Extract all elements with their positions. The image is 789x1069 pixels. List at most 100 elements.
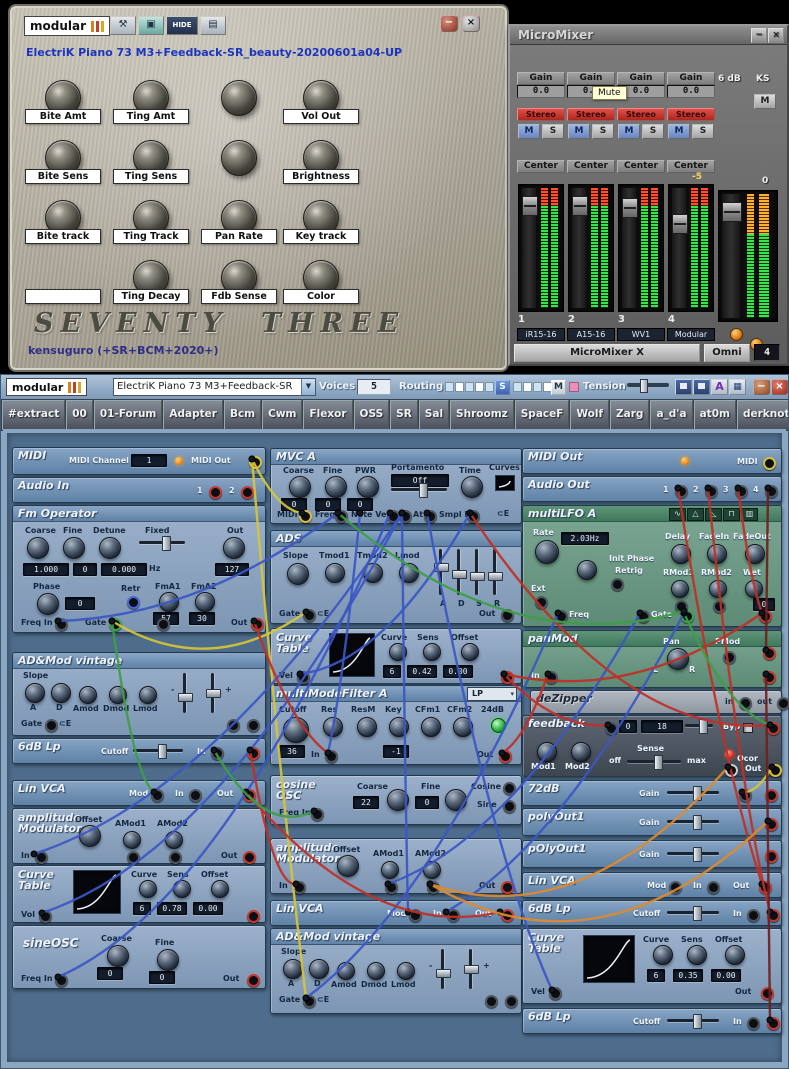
knob[interactable] [283,959,303,979]
knob[interactable] [381,861,399,879]
tension-slider[interactable] [627,383,669,387]
knob[interactable] [725,945,745,965]
tab-shroomz[interactable]: Shroomz [450,400,514,430]
jack-dark[interactable] [311,808,324,821]
jack-dark[interactable] [707,881,720,894]
jack-dark[interactable] [777,697,789,710]
checkbox[interactable] [743,723,753,733]
save-as-icon[interactable] [693,379,710,395]
jack-dark[interactable] [227,719,240,732]
tab-sr[interactable]: SR [390,400,418,430]
slider[interactable] [211,673,214,713]
jack-dark[interactable] [605,722,618,735]
routing-swatches[interactable] [445,382,494,392]
jack-dark[interactable] [325,750,338,763]
tab-extract[interactable]: #extract [2,400,65,430]
knob[interactable] [283,717,309,743]
voices-value[interactable]: 5 [357,379,391,395]
knob[interactable] [535,540,559,564]
tab-a-d-a[interactable]: a_d'a [650,400,692,430]
tab-at0m[interactable]: at0m [694,400,736,430]
pan-display[interactable]: Center [567,160,615,173]
tab-adapter[interactable]: Adapter [163,400,223,430]
tab-zarg[interactable]: Zarg [610,400,649,430]
fader-track[interactable] [572,188,586,308]
jack-dark[interactable] [211,747,224,760]
slider[interactable] [627,760,681,763]
knob[interactable] [107,945,129,967]
tab-derknott[interactable]: derknott [737,400,788,430]
tab-wolf[interactable]: Wolf [570,400,609,430]
knob[interactable] [577,560,597,580]
knob[interactable] [387,789,409,811]
knob[interactable] [165,831,183,849]
jack-yellow[interactable] [769,764,782,777]
jack-dark[interactable] [55,974,68,987]
solo-button[interactable]: S [692,124,714,139]
knob[interactable] [157,949,179,971]
knob[interactable] [325,563,345,583]
knob[interactable] [99,537,121,559]
jack-dark[interactable] [637,610,650,623]
jack-red[interactable] [247,747,260,760]
mute-button[interactable]: M [668,124,690,139]
jack-red[interactable] [499,750,512,763]
jack-dark[interactable] [545,671,558,684]
routing-swatches[interactable] [513,382,552,392]
tab-spacef[interactable]: SpaceF [515,400,570,430]
jack-dark[interactable] [303,609,316,622]
stereo-button[interactable]: Stereo [617,108,665,121]
preset-select[interactable]: ElectriK Piano 73 M3+Feedback-SR ▼ [113,378,316,396]
pan-display[interactable]: Center [617,160,665,173]
jack-red[interactable] [501,881,514,894]
knob[interactable] [653,945,673,965]
knob[interactable] [397,962,415,980]
fader-track[interactable] [672,188,686,308]
jack-dark[interactable] [747,1017,760,1030]
waveform-icon[interactable]: ∿ [669,508,686,521]
jack-red[interactable] [501,909,514,922]
jack-dark[interactable] [247,719,260,732]
mute-button[interactable]: M [518,124,540,139]
slider[interactable] [469,949,472,989]
knob[interactable] [671,544,691,564]
jack-dark[interactable] [669,881,682,894]
knob[interactable] [671,580,689,598]
fader-track[interactable] [622,188,636,308]
jack-dark[interactable] [503,782,516,795]
knob[interactable] [123,831,141,849]
jack-dark[interactable] [739,697,752,710]
knob[interactable] [730,328,743,341]
jack-dark[interactable] [611,578,624,591]
knob[interactable] [707,544,727,564]
mode-selector[interactable]: LP [467,687,517,701]
knob[interactable] [461,476,483,498]
jack-red[interactable] [759,881,772,894]
slider[interactable] [139,541,185,544]
solo-button[interactable]: S [542,124,564,139]
save-icon[interactable] [675,379,692,395]
knob[interactable] [423,643,441,661]
jack-green[interactable] [109,618,122,631]
jack-dark[interactable] [35,851,48,864]
mute-button[interactable]: M [551,380,566,395]
jack-gray[interactable] [725,764,738,777]
jack-red[interactable] [767,1017,780,1030]
jack-dark[interactable] [505,995,518,1008]
knob[interactable] [667,648,689,670]
knob[interactable] [687,945,707,965]
font-icon[interactable]: A [711,379,728,395]
jack-red[interactable] [241,486,254,499]
knob[interactable] [25,683,45,703]
waveform-icon[interactable]: △ [687,508,704,521]
knob[interactable] [63,537,85,559]
tab-00[interactable]: 00 [66,400,93,430]
knob[interactable] [389,643,407,661]
omni-button[interactable]: Omni [704,344,750,362]
jack-red[interactable] [767,722,780,735]
knob[interactable] [309,959,329,979]
slider[interactable] [667,791,719,794]
slider[interactable] [667,1019,719,1022]
fader-track[interactable] [522,188,536,308]
jack-dark[interactable] [297,671,310,684]
